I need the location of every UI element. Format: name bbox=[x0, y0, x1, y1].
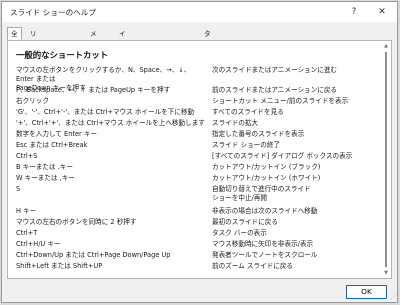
shortcut-description: すべてのスライドを見る bbox=[212, 108, 284, 116]
shortcut-key: 数字を入力して Enter キー bbox=[16, 130, 98, 138]
close-button[interactable]: ✕ bbox=[371, 4, 393, 20]
shortcut-key: Ctrl+Down/Up または Ctrl+Page Down/Page Up bbox=[16, 251, 171, 259]
ok-button[interactable]: OK bbox=[346, 285, 387, 299]
tab-general[interactable]: 全般 bbox=[7, 27, 22, 50]
shortcut-description: 指定した番号のスライドを表示 bbox=[212, 130, 305, 138]
scroll-down-icon[interactable]: ▼ bbox=[382, 269, 390, 277]
scroll-thumb[interactable] bbox=[385, 52, 387, 267]
tab-ink-laser-pointer[interactable]: インク/レーザー ポインター bbox=[119, 28, 128, 170]
shortcut-description: 発表者ツールでノートをスクロール bbox=[212, 251, 318, 259]
shortcut-key: B キーまたは .キー bbox=[16, 163, 73, 171]
help-button[interactable]: ? bbox=[343, 4, 365, 20]
help-dialog: スライド ショーのヘルプ ? ✕ 全般 リハーサル/録音 メディア インク/レー… bbox=[1, 1, 398, 303]
dialog-title: スライド ショーのヘルプ bbox=[10, 8, 96, 17]
shortcut-description: 前のスライドまたはアニメーションに戻る bbox=[212, 86, 338, 94]
shortcut-description: マウス移動時に矢印を非表示/表示 bbox=[212, 240, 314, 248]
section-heading: 一般的なショートカット bbox=[16, 50, 109, 60]
shortcut-key: H キー bbox=[16, 207, 37, 215]
shortcut-description: スライド ショーの終了 bbox=[212, 141, 281, 149]
shortcut-key: 右クリック bbox=[16, 97, 49, 105]
shortcut-description: 次のスライドまたはアニメーションに進む bbox=[212, 66, 338, 74]
shortcut-key: Shift+Left または Shift+UP bbox=[16, 262, 103, 270]
tab-media[interactable]: メディア bbox=[90, 28, 97, 74]
tab-rehearse-record[interactable]: リハーサル/録音 bbox=[30, 28, 39, 110]
shortcuts-panel: 一般的なショートカット マウスの左ボタンをクリックするか、N、Space、→、↓… bbox=[7, 40, 392, 279]
shortcut-description: 前のズーム スライドに戻る bbox=[212, 262, 294, 270]
shortcut-key: マウスの左右のボタンを同時に 2 秒押す bbox=[16, 218, 137, 226]
shortcut-description: 非表示の場合は次のスライドへ移動 bbox=[212, 207, 318, 215]
shortcut-key: '+'、Ctrl+'+'、または Ctrl+マウス ホイールを上へ移動します bbox=[16, 119, 205, 127]
vertical-scrollbar[interactable]: ▲ ▼ bbox=[382, 42, 390, 277]
title-bar: スライド ショーのヘルプ ? ✕ bbox=[2, 2, 397, 22]
scroll-up-icon[interactable]: ▲ bbox=[382, 42, 390, 50]
shortcut-description: ショートカット メニュー/前のスライドを表示 bbox=[212, 97, 349, 105]
shortcut-description: スライドの拡大 bbox=[212, 119, 259, 127]
shortcut-key: Esc または Ctrl+Break bbox=[16, 141, 88, 149]
shortcut-key: P、Backspace、←、↑ または PageUp キーを押す bbox=[16, 86, 171, 94]
shortcut-key: Ctrl+T bbox=[16, 229, 38, 237]
shortcut-key: 'G'、'-'、Ctrl+'-'、または Ctrl+マウス ホイールを下に移動 bbox=[16, 108, 195, 116]
shortcut-description: [すべてのスライド] ダイアログ ボックスの表示 bbox=[212, 152, 353, 160]
shortcut-key: Ctrl+S bbox=[16, 152, 38, 160]
shortcut-key: Ctrl+H/U キー bbox=[16, 240, 61, 248]
shortcut-key: S bbox=[16, 185, 21, 193]
shortcut-description: 最初のスライドに戻る bbox=[212, 218, 278, 226]
shortcut-description: 自動切り替えで進行中のスライド ショーを中止/再開 bbox=[212, 185, 311, 203]
shortcut-description: カットアウト/カットイン (ホワイト) bbox=[212, 174, 321, 182]
shortcut-key: W キーまたは ,キー bbox=[16, 174, 75, 182]
tab-touch[interactable]: タッチ bbox=[204, 28, 211, 62]
shortcut-description: カットアウト/カットイン (ブラック) bbox=[212, 163, 321, 171]
resize-grip-icon[interactable]: ⋰ bbox=[390, 294, 396, 301]
shortcut-description: タスク バーの表示 bbox=[212, 229, 267, 237]
